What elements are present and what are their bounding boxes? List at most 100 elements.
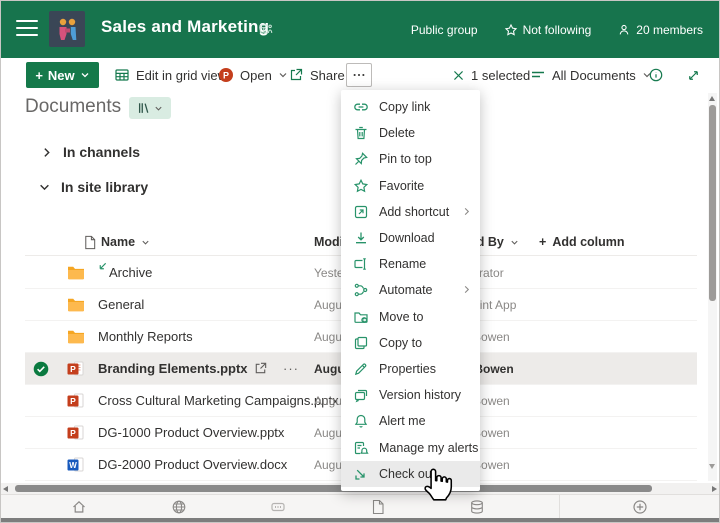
open-button[interactable]: P Open [218, 62, 288, 88]
bottom-frame-bar [1, 518, 719, 523]
site-logo[interactable] [49, 11, 85, 47]
chevron-down-icon [39, 182, 50, 193]
view-options-icon [530, 67, 546, 83]
person-icon [617, 23, 631, 37]
add-shortcut-icon [353, 204, 369, 220]
version-history-icon [353, 387, 369, 403]
new-button[interactable]: + New [26, 62, 99, 88]
expand-icon [686, 68, 701, 83]
scroll-right-arrow[interactable] [712, 486, 717, 492]
bottom-nav-divider [559, 495, 560, 518]
powerpoint-file-icon: P [67, 353, 84, 384]
row-share-button[interactable] [253, 353, 268, 384]
handshake-logo-icon [49, 11, 85, 47]
menu-item-version-history[interactable]: Version history [341, 382, 480, 408]
menu-item-move-to[interactable]: Move to [341, 304, 480, 330]
powerpoint-icon: P [218, 67, 234, 83]
menu-item-copy-link[interactable]: Copy link [341, 94, 480, 120]
download-icon [353, 230, 369, 246]
clear-selection-button[interactable]: 1 selected [452, 62, 530, 88]
menu-item-alert-me[interactable]: Alert me [341, 408, 480, 434]
selected-check-icon[interactable] [33, 353, 49, 384]
section-in-channels[interactable]: In channels [41, 144, 140, 160]
ellipsis-icon [352, 68, 366, 82]
scroll-up-arrow[interactable] [709, 96, 715, 101]
horizontal-scroll-thumb[interactable] [15, 485, 652, 492]
svg-text:P: P [70, 396, 76, 406]
menu-item-properties[interactable]: Properties [341, 356, 480, 382]
hamburger-menu-icon[interactable] [16, 20, 38, 38]
view-selector[interactable]: All Documents [530, 62, 652, 88]
svg-text:P: P [70, 364, 76, 374]
chevron-down-icon [278, 70, 288, 80]
manage-alerts-icon [353, 440, 369, 456]
menu-item-delete[interactable]: Delete [341, 120, 480, 146]
command-bar: + New Edit in grid view P Open Share [2, 58, 718, 91]
members-button[interactable]: 20 members [617, 23, 703, 37]
app-window: Sales and Marketing Public group Not fol… [0, 0, 720, 523]
more-commands-button[interactable] [346, 63, 372, 87]
fullscreen-expand-button[interactable] [686, 62, 701, 88]
grid-icon [114, 67, 130, 83]
site-header: Sales and Marketing Public group Not fol… [1, 1, 719, 58]
bell-icon [353, 413, 369, 429]
submenu-chevron-icon [462, 207, 471, 216]
bottom-navigation-bar [1, 494, 719, 518]
word-file-icon: W [67, 449, 84, 480]
add-plus-icon[interactable] [632, 499, 648, 520]
public-group-label: Public group [411, 23, 478, 37]
column-header-name[interactable]: Name [101, 229, 150, 255]
chevron-down-icon [510, 238, 519, 247]
menu-item-copy-to[interactable]: Copy to [341, 330, 480, 356]
check-out-icon [353, 466, 369, 482]
folder-icon [67, 321, 85, 352]
link-icon [353, 99, 369, 115]
globe-icon[interactable] [171, 499, 187, 520]
powerpoint-file-icon: P [67, 417, 84, 448]
database-icon[interactable] [469, 499, 485, 520]
vertical-scroll-thumb[interactable] [709, 105, 716, 301]
home-icon[interactable] [71, 499, 87, 520]
close-icon [452, 69, 465, 82]
menu-item-manage-my-alerts[interactable]: Manage my alerts [341, 434, 480, 460]
section-in-site-library[interactable]: In site library [39, 179, 148, 195]
teams-icon [259, 22, 273, 36]
edit-grid-view-button[interactable]: Edit in grid view [114, 62, 227, 88]
shortcut-arrow-icon [98, 262, 107, 271]
trash-icon [353, 125, 369, 141]
rename-icon [353, 256, 369, 272]
menu-item-add-shortcut[interactable]: Add shortcut [341, 199, 480, 225]
chevron-right-icon [41, 147, 52, 158]
not-following-button[interactable]: Not following [504, 23, 592, 37]
submenu-chevron-icon [462, 285, 471, 294]
move-to-icon [353, 309, 369, 325]
pencil-icon [353, 361, 369, 377]
menu-item-favorite[interactable]: Favorite [341, 173, 480, 199]
chevron-down-icon [80, 70, 90, 80]
media-icon[interactable] [270, 499, 286, 520]
chevron-down-icon [154, 104, 163, 113]
star-icon [353, 178, 369, 194]
menu-item-check-out[interactable]: Check out [341, 461, 480, 487]
powerpoint-file-icon: P [67, 385, 84, 416]
plus-icon: + [539, 235, 546, 249]
svg-text:P: P [70, 428, 76, 438]
menu-item-rename[interactable]: Rename [341, 251, 480, 277]
share-button[interactable]: Share [288, 62, 345, 88]
library-view-badge[interactable] [129, 97, 171, 119]
folder-icon [67, 289, 85, 320]
menu-item-automate[interactable]: Automate [341, 277, 480, 303]
add-column-button[interactable]: + Add column [539, 229, 625, 255]
menu-item-pin-to-top[interactable]: Pin to top [341, 146, 480, 172]
file-type-column-icon[interactable] [83, 229, 97, 255]
scroll-down-arrow[interactable] [709, 464, 715, 469]
page-title: Sales and Marketing [101, 17, 269, 37]
vertical-scrollbar[interactable] [708, 93, 717, 481]
details-info-button[interactable] [648, 62, 664, 88]
star-icon [504, 23, 518, 37]
folder-icon [67, 257, 85, 288]
menu-item-download[interactable]: Download [341, 225, 480, 251]
file-icon[interactable] [371, 499, 385, 520]
scroll-left-arrow[interactable] [3, 486, 8, 492]
row-more-actions-button[interactable]: ··· [283, 353, 299, 384]
